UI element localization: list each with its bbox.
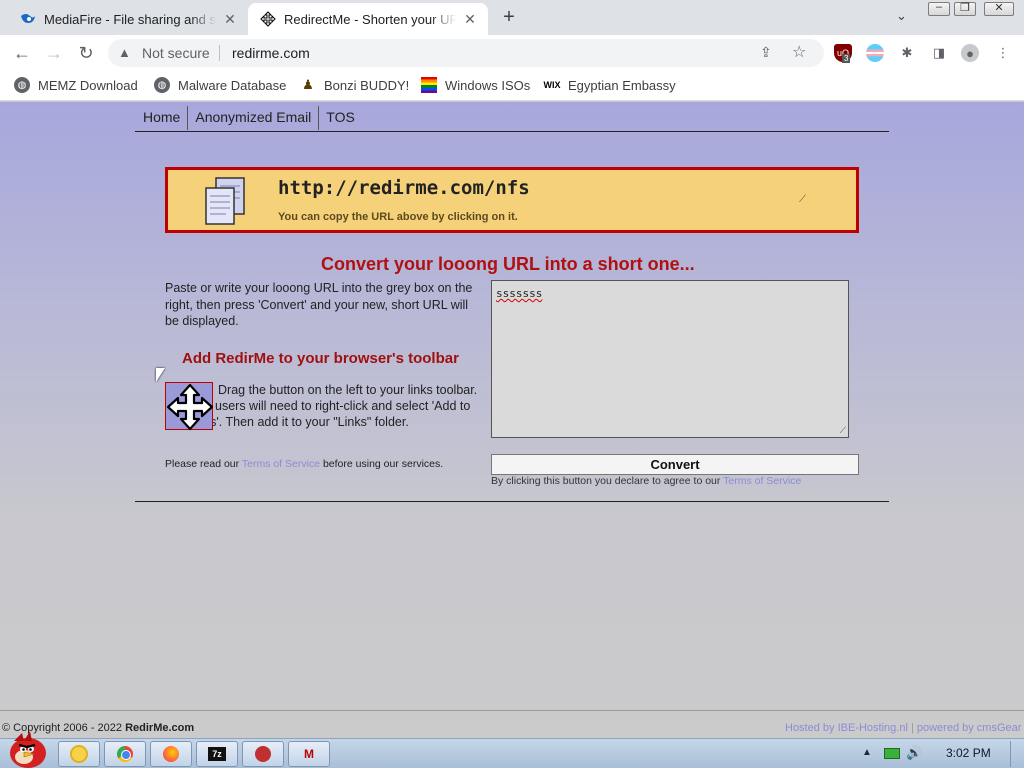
instructions-text: Paste or write your looong URL into the … <box>165 281 473 328</box>
profile-avatar-icon[interactable]: ● <box>961 44 979 62</box>
volume-icon[interactable]: 🔊 <box>906 745 922 761</box>
bookmark-memz-download[interactable]: ◍ MEMZ Download <box>14 77 138 93</box>
bookmark-bonzi-buddy[interactable]: ♟ Bonzi BUDDY! <box>300 77 409 93</box>
m-logo-icon: M <box>304 747 314 761</box>
address-divider <box>219 45 220 61</box>
browser-toolbar: ← → ↻ ▲ Not secure redirme.com ⇪ ☆ uO 3 … <box>0 35 1024 71</box>
share-icon[interactable]: ⇪ <box>760 44 772 61</box>
long-url-value: sssssss <box>496 287 543 300</box>
extensions-puzzle-icon[interactable]: ✱ <box>898 44 916 62</box>
page-viewport: Home Anonymized Email TOS http://redirme… <box>0 102 1024 738</box>
bookmarklet-drag-button[interactable] <box>165 382 214 431</box>
window-restore-button[interactable]: ❐ <box>954 2 976 16</box>
convert-button[interactable]: Convert <box>491 454 859 475</box>
toolbar-heading: Add RedirMe to your browser's toolbar <box>182 350 459 367</box>
long-url-textarea[interactable]: sssssss ⟋ <box>491 280 849 438</box>
taskbar-firefox[interactable] <box>150 741 192 767</box>
security-label[interactable]: Not secure <box>142 45 210 61</box>
ublock-extension-icon[interactable]: uO 3 <box>834 44 852 63</box>
taskbar-app-5[interactable] <box>242 741 284 767</box>
bookmark-star-icon[interactable]: ☆ <box>792 42 806 62</box>
url-text[interactable]: redirme.com <box>232 45 310 61</box>
copyright-brand: RedirMe.com <box>125 722 195 734</box>
textarea-resize-icon[interactable]: ⟋ <box>840 426 846 436</box>
bookmark-label: Malware Database <box>178 77 287 93</box>
bookmark-egyptian-embassy[interactable]: WIX Egyptian Embassy <box>544 77 676 93</box>
move-arrows-icon <box>260 11 276 27</box>
rainbow-flag-icon <box>421 77 437 93</box>
nav-link-home[interactable]: Home <box>136 106 189 130</box>
tab-title: RedirectMe - Shorten your UR <box>284 11 456 27</box>
address-bar[interactable]: ▲ Not secure redirme.com ⇪ ☆ <box>108 39 824 67</box>
window-minimize-button[interactable]: – <box>928 1 950 16</box>
taskbar-app-6[interactable]: M <box>288 741 330 767</box>
bookmark-label: Windows ISOs <box>445 77 531 93</box>
bookmark-label: Bonzi BUDDY! <box>324 77 410 93</box>
globe-icon: ◍ <box>14 77 30 93</box>
bonzi-icon: ♟ <box>302 77 314 92</box>
terms-link[interactable]: Terms of Service <box>723 475 801 487</box>
new-tab-button[interactable]: + <box>498 6 520 28</box>
tab-redirectme[interactable]: RedirectMe - Shorten your UR ✕ <box>248 3 488 35</box>
tab-search-chevron-icon[interactable]: ⌄ <box>896 8 907 24</box>
side-panel-icon[interactable]: ◨ <box>930 44 948 62</box>
warning-icon[interactable]: ▲ <box>118 45 131 60</box>
angry-bird-start-icon[interactable] <box>4 729 50 768</box>
window-close-button[interactable]: ✕ <box>984 2 1014 16</box>
browser-tab-strip: MediaFire - File sharing and st ✕ Redire… <box>0 0 1024 35</box>
taskbar-clock[interactable]: 3:02 PM <box>946 746 991 760</box>
wix-icon: WIX <box>543 80 561 90</box>
tab-title: MediaFire - File sharing and st <box>44 11 216 27</box>
divider <box>135 131 889 132</box>
reload-button[interactable]: ↻ <box>74 41 98 65</box>
bookmark-label: MEMZ Download <box>38 77 138 93</box>
nav-link-anonymized-email[interactable]: Anonymized Email <box>188 106 320 130</box>
tab-mediafire[interactable]: MediaFire - File sharing and st ✕ <box>8 3 248 35</box>
bookmark-label: Egyptian Embassy <box>568 77 676 93</box>
taskbar-chrome[interactable] <box>104 741 146 767</box>
hosted-by-link[interactable]: Hosted by IBE-Hosting.nl <box>785 722 908 734</box>
agree-note: By clicking this button you declare to a… <box>491 475 802 487</box>
nav-link-tos[interactable]: TOS <box>319 106 362 130</box>
site-nav: Home Anonymized Email TOS <box>136 106 362 130</box>
terms-note: Please read our Terms of Service before … <box>165 458 444 470</box>
copy-documents-icon <box>205 177 245 225</box>
move-arrows-icon <box>166 383 214 431</box>
short-url-panel: http://redirme.com/nfs You can copy the … <box>165 167 859 233</box>
battery-icon[interactable] <box>884 748 900 759</box>
back-button[interactable]: ← <box>10 41 34 65</box>
mouse-cursor <box>156 368 165 382</box>
close-tab-icon[interactable]: ✕ <box>462 11 478 27</box>
bookmarks-bar: ◍ MEMZ Download ◍ Malware Database ♟ Bon… <box>0 71 1024 101</box>
tray-expand-icon[interactable]: ▲ <box>862 747 872 758</box>
7zip-icon: 7z <box>208 747 226 761</box>
resize-grip-icon[interactable]: ⟋ <box>799 194 806 205</box>
windows-taskbar: 7z M ▲ 🔊 3:02 PM <box>0 731 1024 768</box>
mediafire-icon <box>21 14 35 23</box>
powered-by-link[interactable]: powered by cmsGear <box>917 722 1022 734</box>
firefox-icon <box>163 746 179 762</box>
terms-link[interactable]: Terms of Service <box>242 458 320 470</box>
forward-button[interactable]: → <box>42 41 66 65</box>
copy-hint-text: You can copy the URL above by clicking o… <box>278 211 518 223</box>
browser-menu-icon[interactable]: ⋮ <box>994 44 1012 62</box>
bookmark-windows-isos[interactable]: Windows ISOs <box>421 77 530 93</box>
hosting-credits: Hosted by IBE-Hosting.nl | powered by cm… <box>785 722 1022 734</box>
show-desktop-button[interactable] <box>1010 741 1022 767</box>
page-headline: Convert your looong URL into a short one… <box>321 254 695 274</box>
extension-badge: 3 <box>842 54 851 63</box>
bookmark-malware-database[interactable]: ◍ Malware Database <box>154 77 286 93</box>
taskbar-weather-app[interactable] <box>58 741 100 767</box>
red-circle-icon <box>255 746 271 762</box>
chrome-icon <box>117 746 133 762</box>
sun-icon <box>70 745 88 763</box>
footer-divider <box>0 710 1024 711</box>
flag-extension-icon[interactable] <box>866 44 884 62</box>
close-tab-icon[interactable]: ✕ <box>222 11 238 27</box>
divider <box>135 501 889 502</box>
taskbar-7zip[interactable]: 7z <box>196 741 238 767</box>
globe-icon: ◍ <box>154 77 170 93</box>
short-url-output[interactable]: http://redirme.com/nfs <box>278 177 530 199</box>
